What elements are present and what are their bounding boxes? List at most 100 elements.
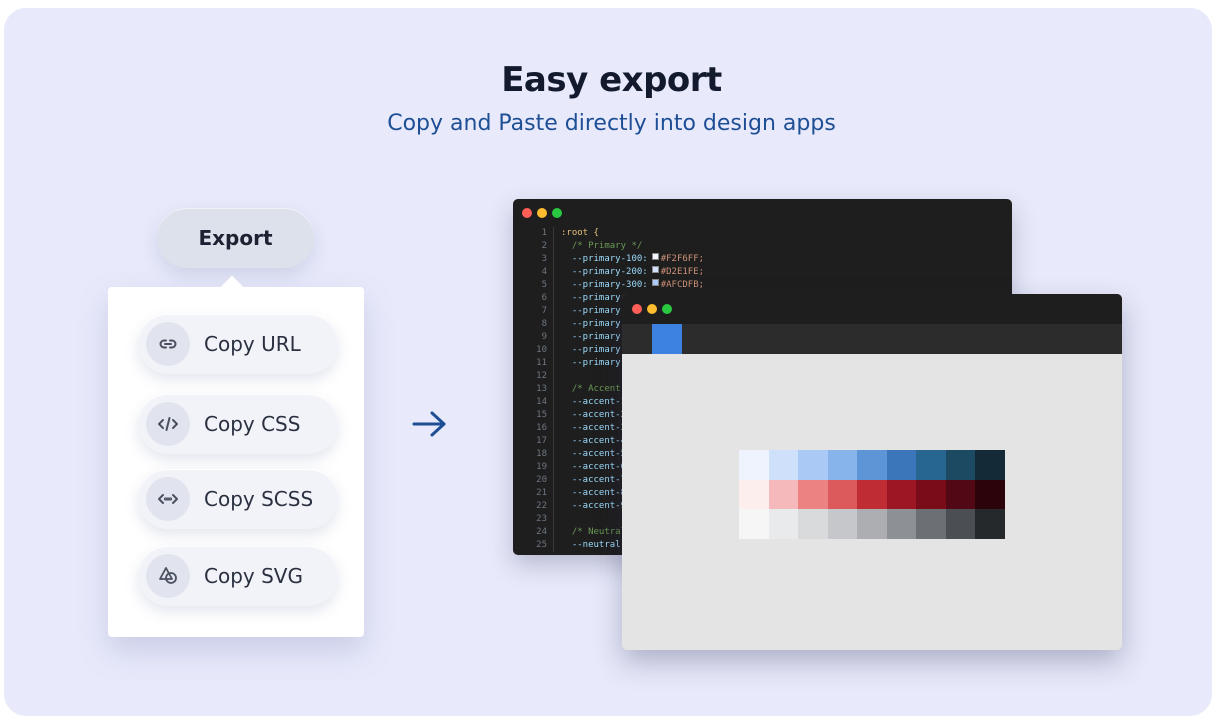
arrow-right-icon (410, 408, 450, 444)
palette-swatch[interactable] (857, 479, 887, 509)
minimize-dot[interactable] (647, 304, 657, 314)
copy-svg-label: Copy SVG (204, 564, 303, 588)
code-text: --primary-200: (561, 267, 648, 277)
line-number: 12 (536, 371, 547, 381)
palette-swatch[interactable] (945, 450, 975, 480)
code-value: #AFCDFB; (660, 280, 705, 290)
active-tool-tab[interactable] (652, 324, 682, 354)
copy-url-label: Copy URL (204, 332, 301, 356)
line-number: 21 (536, 488, 547, 498)
line-number: 17 (536, 436, 547, 446)
copy-url-button[interactable]: Copy URL (138, 314, 338, 374)
palette-swatch[interactable] (975, 479, 1005, 509)
palette-swatch[interactable] (975, 450, 1005, 480)
code-line: 2 /* Primary */ (513, 240, 1012, 253)
code-text: --accent-2 (561, 410, 627, 420)
window-controls (522, 208, 562, 218)
code-text: --primary- (561, 358, 627, 368)
palette-swatch[interactable] (739, 509, 769, 539)
line-number: 5 (541, 280, 547, 290)
line-number: 10 (536, 345, 547, 355)
palette-swatch[interactable] (857, 509, 887, 539)
link-icon (146, 322, 190, 366)
palette-swatch[interactable] (916, 479, 946, 509)
palette-swatch[interactable] (827, 479, 857, 509)
palette-swatch[interactable] (916, 450, 946, 480)
line-number: 4 (541, 267, 547, 277)
palette-swatch[interactable] (886, 479, 916, 509)
color-swatch (651, 253, 659, 260)
line-number: 6 (541, 293, 547, 303)
code-text: :root { (561, 228, 599, 238)
palette-swatch[interactable] (739, 450, 769, 480)
palette-swatch[interactable] (827, 450, 857, 480)
line-number: 18 (536, 449, 547, 459)
palette-swatch[interactable] (975, 509, 1005, 539)
line-number: 25 (536, 540, 547, 550)
code-text: --primary-100: (561, 254, 648, 264)
line-number: 11 (536, 358, 547, 368)
palette-row (739, 509, 1005, 539)
palette-swatch[interactable] (886, 509, 916, 539)
code-text: --accent-7 (561, 475, 627, 485)
line-number: 22 (536, 501, 547, 511)
line-number: 14 (536, 397, 547, 407)
minimize-dot[interactable] (537, 208, 547, 218)
copy-css-button[interactable]: Copy CSS (138, 394, 338, 454)
shapes-icon (146, 554, 190, 598)
line-number: 23 (536, 514, 547, 524)
code-text: --primary- (561, 345, 627, 355)
code-text: --accent-9 (561, 501, 627, 511)
palette-swatch[interactable] (768, 479, 798, 509)
code-text: --accent-8 (561, 488, 627, 498)
code-text: --primary- (561, 319, 627, 329)
copy-css-label: Copy CSS (204, 412, 301, 436)
palette-swatch[interactable] (768, 450, 798, 480)
code-text: /* Accent (561, 384, 621, 394)
copy-scss-label: Copy SCSS (204, 487, 314, 511)
copy-scss-button[interactable]: Copy SCSS (138, 469, 338, 529)
palette-swatch[interactable] (827, 509, 857, 539)
line-number: 15 (536, 410, 547, 420)
line-number: 16 (536, 423, 547, 433)
code-text: --primary- (561, 332, 627, 342)
palette-swatch[interactable] (945, 509, 975, 539)
maximize-dot[interactable] (662, 304, 672, 314)
line-number: 1 (541, 228, 547, 238)
design-app-window (622, 294, 1122, 650)
palette-swatch[interactable] (798, 509, 828, 539)
code-line: 1 :root { (513, 227, 1012, 240)
code-text: --accent-1 (561, 397, 627, 407)
palette-swatch[interactable] (945, 479, 975, 509)
window-controls (632, 304, 672, 314)
line-number: 8 (541, 319, 547, 329)
line-number: 24 (536, 527, 547, 537)
close-dot[interactable] (632, 304, 642, 314)
close-dot[interactable] (522, 208, 532, 218)
color-swatch (651, 279, 659, 286)
palette-swatch[interactable] (886, 450, 916, 480)
copy-svg-button[interactable]: Copy SVG (138, 546, 338, 606)
code-text: --accent-3 (561, 423, 627, 433)
palette-swatch[interactable] (916, 509, 946, 539)
code-text: /* Neutral (561, 527, 627, 537)
code-arrows-icon (146, 477, 190, 521)
palette-swatch[interactable] (798, 479, 828, 509)
export-button[interactable]: Export (157, 208, 314, 268)
palette-swatch[interactable] (739, 479, 769, 509)
line-number: 2 (541, 241, 547, 251)
palette-swatch[interactable] (768, 509, 798, 539)
palette-swatch[interactable] (857, 450, 887, 480)
palette-row (739, 450, 1005, 480)
palette-swatch[interactable] (798, 450, 828, 480)
app-titlebar (622, 294, 1122, 324)
code-value: #F2F6FF; (660, 254, 705, 264)
code-text: --accent-6 (561, 462, 627, 472)
code-text: --neutral- (561, 540, 627, 550)
code-icon (146, 402, 190, 446)
code-text: --primary-300: (561, 280, 648, 290)
code-line: 5 --primary-300: #AFCDFB; (513, 279, 1012, 292)
line-number: 20 (536, 475, 547, 485)
line-number: 7 (541, 306, 547, 316)
maximize-dot[interactable] (552, 208, 562, 218)
